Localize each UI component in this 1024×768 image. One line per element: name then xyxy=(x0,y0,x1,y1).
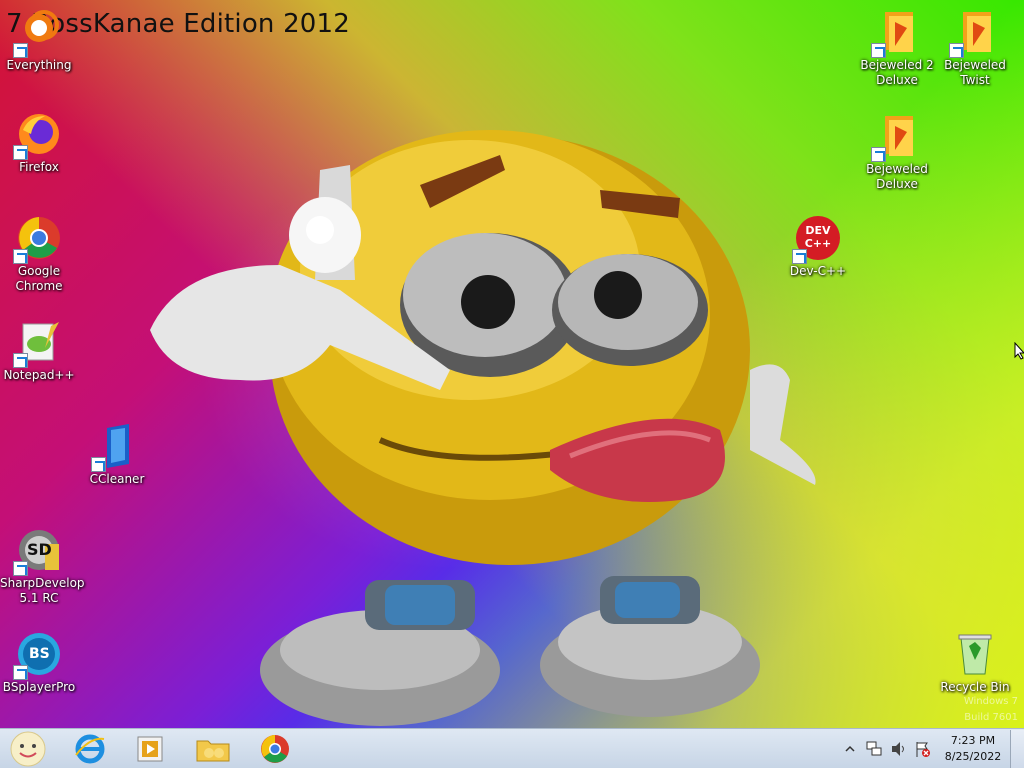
clock-time: 7:23 PM xyxy=(950,734,996,747)
shortcut-arrow-icon xyxy=(13,353,28,368)
sharpdevelop-badge: SD xyxy=(27,540,52,559)
mouse-cursor-icon xyxy=(1014,342,1024,360)
shortcut-arrow-icon xyxy=(13,249,28,264)
watermark-line: Windows 7 xyxy=(963,696,1018,707)
folder-icon xyxy=(196,740,230,762)
system-clock[interactable]: 7:23 PM 8/25/2022 xyxy=(935,733,1011,765)
taskbar-media-player[interactable] xyxy=(122,732,178,766)
everything-icon xyxy=(13,8,63,58)
desktop-icon-label: Bejeweled Twist xyxy=(944,58,1006,87)
desktop-icon-label: Bejeweled 2 Deluxe xyxy=(860,58,934,87)
ccleaner-icon xyxy=(91,422,141,472)
taskbar: 7:23 PM 8/25/2022 xyxy=(0,728,1024,768)
desktop-icon-bejeweled[interactable]: Bejeweled Deluxe xyxy=(858,112,936,192)
bsplayer-badge: BS xyxy=(29,646,50,662)
desktop-icon-devcpp[interactable]: DEV C++ Dev-C++ xyxy=(779,214,857,279)
windows-build-watermark: Windows 7 Build 7601 xyxy=(964,694,1018,726)
show-hidden-icons-chevron-icon[interactable] xyxy=(845,744,855,754)
network-icon[interactable] xyxy=(866,740,882,758)
desktop-icon-recyclebin[interactable]: Recycle Bin xyxy=(936,630,1014,695)
bejeweled-folder-icon xyxy=(871,8,921,58)
clock-date: 8/25/2022 xyxy=(944,750,1002,763)
desktop-icon-chrome[interactable]: Google Chrome xyxy=(0,214,78,294)
desktop-icon-label: Bejeweled Deluxe xyxy=(866,162,928,191)
desktop-icon-firefox[interactable]: Firefox xyxy=(0,110,78,175)
shortcut-arrow-icon xyxy=(13,145,28,160)
desktop-icon-label: Google Chrome xyxy=(15,264,63,293)
taskbar-internet-explorer[interactable] xyxy=(62,732,118,766)
desktop-icon-label: Dev-C++ xyxy=(789,264,847,278)
desktop-icon-label: SharpDevelop 5.1 RC xyxy=(0,576,85,605)
shortcut-arrow-icon xyxy=(949,43,964,58)
desktop-icon-label: Notepad++ xyxy=(3,368,75,382)
devcpp-badge: DEV C++ xyxy=(804,224,832,250)
internet-explorer-icon xyxy=(75,734,105,764)
desktop[interactable]: 7 BossKanae Edition 2012 Everything Fire… xyxy=(0,0,1024,728)
desktop-icon-label: BSplayerPro xyxy=(2,680,76,694)
notepadpp-icon xyxy=(13,318,63,368)
bsplayer-icon: BS xyxy=(13,630,63,680)
desktop-icon-sharpdevelop[interactable]: SD SharpDevelop 5.1 RC xyxy=(0,526,85,606)
shortcut-arrow-icon xyxy=(13,561,28,576)
shortcut-arrow-icon xyxy=(13,665,28,680)
taskbar-chrome[interactable] xyxy=(247,732,303,766)
desktop-icon-bejeweled2[interactable]: Bejeweled 2 Deluxe xyxy=(858,8,936,88)
desktop-icon-bejeweledtwist[interactable]: Bejeweled Twist xyxy=(936,8,1014,88)
desktop-icon-bsplayer[interactable]: BS BSplayerPro xyxy=(0,630,78,695)
shortcut-arrow-icon xyxy=(871,43,886,58)
chrome-icon xyxy=(261,735,289,763)
taskbar-file-explorer[interactable] xyxy=(185,732,241,766)
bejeweled-folder-icon xyxy=(871,112,921,162)
desktop-icon-label: Everything xyxy=(6,58,72,72)
volume-icon[interactable] xyxy=(890,740,908,758)
shortcut-arrow-icon xyxy=(91,457,106,472)
desktop-icon-ccleaner[interactable]: CCleaner xyxy=(78,422,156,487)
bejeweled-folder-icon xyxy=(949,8,999,58)
desktop-icon-notepadpp[interactable]: Notepad++ xyxy=(0,318,78,383)
start-button[interactable] xyxy=(8,730,48,768)
firefox-icon xyxy=(13,110,63,160)
desktop-icon-label: Firefox xyxy=(19,160,59,174)
shortcut-arrow-icon xyxy=(792,249,807,264)
shortcut-arrow-icon xyxy=(871,147,886,162)
shortcut-arrow-icon xyxy=(13,43,28,58)
start-smiley-icon xyxy=(10,731,46,767)
watermark-line: Build 7601 xyxy=(964,712,1018,723)
desktop-icon-label: CCleaner xyxy=(89,472,145,486)
media-player-icon xyxy=(137,736,163,762)
chrome-icon xyxy=(13,214,63,264)
desktop-icon-label: Recycle Bin xyxy=(940,680,1010,694)
desktop-icon-everything[interactable]: Everything xyxy=(0,8,78,73)
recycle-bin-icon xyxy=(951,630,999,678)
show-desktop-button[interactable] xyxy=(1010,730,1024,768)
wallpaper-smiley-character xyxy=(150,130,816,726)
devcpp-icon: DEV C++ xyxy=(792,214,842,264)
action-center-flag-icon[interactable] xyxy=(914,740,932,758)
sharpdevelop-icon: SD xyxy=(13,526,63,576)
